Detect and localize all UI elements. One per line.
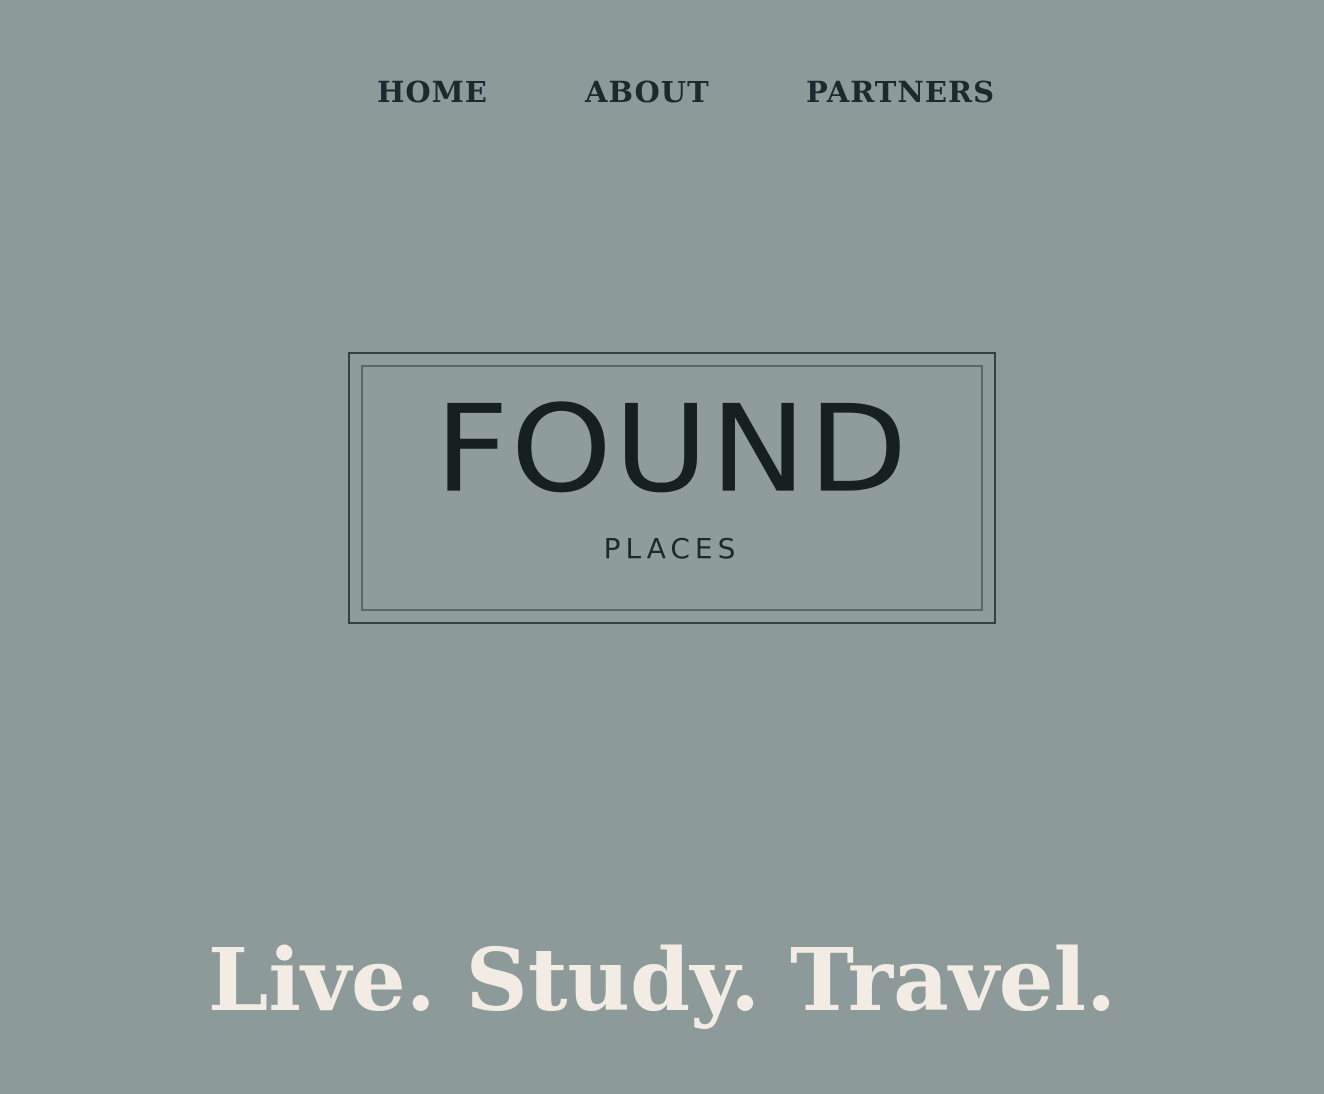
found-places-logo: FOUND PLACES <box>348 352 996 624</box>
logo-wordmark: FOUND <box>434 379 910 520</box>
hero-tagline: Live. Study. Travel. <box>207 929 1117 1031</box>
nav-link-partners[interactable]: PARTNERS <box>806 70 995 114</box>
nav-link-home[interactable]: HOME <box>377 70 488 114</box>
main-nav: HOME ABOUT PARTNERS <box>0 70 1324 114</box>
page: HOME ABOUT PARTNERS FOUND PLACES Live. S… <box>0 0 1324 1094</box>
nav-link-about[interactable]: ABOUT <box>585 70 710 114</box>
logo-subtitle: PLACES <box>603 532 741 565</box>
